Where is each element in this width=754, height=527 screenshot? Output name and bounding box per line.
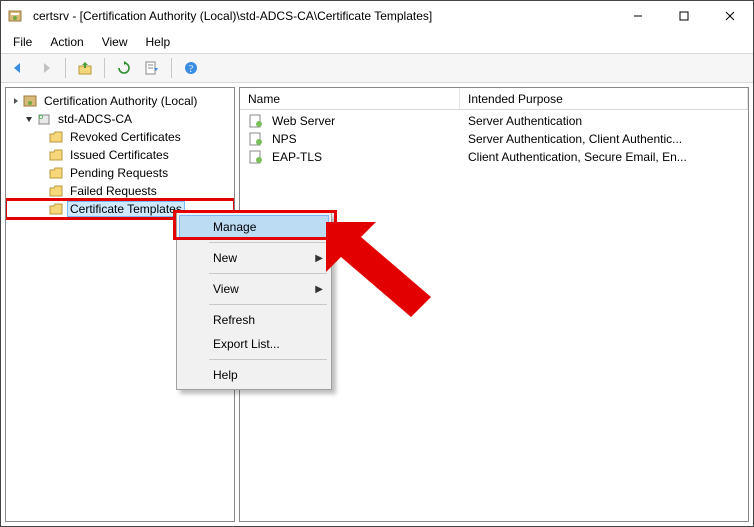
menu-action[interactable]: Action — [42, 33, 91, 51]
tree-node-label: Certificate Templates — [68, 202, 184, 216]
tree-node-label: Issued Certificates — [68, 148, 171, 162]
tree-root-label: Certification Authority (Local) — [42, 94, 199, 108]
back-button[interactable] — [5, 56, 31, 80]
tree-twist-icon[interactable] — [8, 96, 22, 106]
folder-icon — [48, 165, 64, 181]
close-button[interactable] — [707, 1, 753, 31]
context-menu-item-refresh[interactable]: Refresh — [179, 308, 329, 332]
list-row[interactable]: NPS Server Authentication, Client Authen… — [240, 130, 748, 148]
app-icon — [7, 8, 23, 24]
up-folder-button[interactable] — [72, 56, 98, 80]
cert-template-icon — [248, 113, 264, 129]
column-header-name[interactable]: Name — [240, 88, 460, 109]
context-menu-item-manage[interactable]: Manage — [179, 215, 329, 239]
list-header: Name Intended Purpose — [240, 88, 748, 110]
content-area: Certification Authority (Local) std-ADCS… — [1, 83, 753, 526]
toolbar-separator — [171, 58, 172, 78]
menu-file[interactable]: File — [5, 33, 40, 51]
export-list-button[interactable] — [139, 56, 165, 80]
svg-text:?: ? — [189, 64, 194, 75]
folder-icon — [48, 183, 64, 199]
folder-icon — [48, 129, 64, 145]
submenu-arrow-icon: ▶ — [315, 253, 323, 264]
titlebar: certsrv - [Certification Authority (Loca… — [1, 1, 753, 31]
tree-node-pending[interactable]: Pending Requests — [6, 164, 234, 182]
ca-node-icon — [36, 111, 52, 127]
list-cell-purpose: Server Authentication — [460, 114, 748, 128]
context-menu-item-export-list[interactable]: Export List... — [179, 332, 329, 356]
toolbar-separator — [65, 58, 66, 78]
context-menu-label: View — [213, 282, 239, 296]
context-menu-label: Help — [213, 368, 238, 382]
toolbar: ? — [1, 53, 753, 83]
tree-ca-label: std-ADCS-CA — [56, 112, 134, 126]
context-menu-separator — [209, 304, 327, 305]
menu-help[interactable]: Help — [138, 33, 179, 51]
maximize-button[interactable] — [661, 1, 707, 31]
tree-ca[interactable]: std-ADCS-CA — [6, 110, 234, 128]
folder-icon — [48, 147, 64, 163]
cert-template-icon — [248, 149, 264, 165]
context-menu-separator — [209, 273, 327, 274]
cert-template-icon — [248, 131, 264, 147]
toolbar-separator — [104, 58, 105, 78]
ca-root-icon — [22, 93, 38, 109]
tree-node-failed[interactable]: Failed Requests — [6, 182, 234, 200]
context-menu-item-help[interactable]: Help — [179, 363, 329, 387]
list-cell-purpose: Server Authentication, Client Authentic.… — [460, 132, 748, 146]
context-menu-label: Refresh — [213, 313, 255, 327]
tree-node-label: Revoked Certificates — [68, 130, 183, 144]
minimize-button[interactable] — [615, 1, 661, 31]
tree-node-label: Failed Requests — [68, 184, 159, 198]
mmc-window: certsrv - [Certification Authority (Loca… — [0, 0, 754, 527]
tree-node-revoked[interactable]: Revoked Certificates — [6, 128, 234, 146]
forward-button[interactable] — [33, 56, 59, 80]
list-row[interactable]: Web Server Server Authentication — [240, 112, 748, 130]
list-cell-name: Web Server — [272, 114, 335, 128]
tree-twist-icon[interactable] — [22, 114, 36, 124]
tree-node-label: Pending Requests — [68, 166, 170, 180]
context-menu-label: New — [213, 251, 237, 265]
context-menu-label: Export List... — [213, 337, 280, 351]
context-menu-separator — [209, 359, 327, 360]
list-cell-name: EAP-TLS — [272, 150, 322, 164]
menu-view[interactable]: View — [94, 33, 136, 51]
help-button[interactable]: ? — [178, 56, 204, 80]
column-header-purpose[interactable]: Intended Purpose — [460, 88, 748, 109]
context-menu-gutter — [179, 215, 205, 387]
tree-node-issued[interactable]: Issued Certificates — [6, 146, 234, 164]
list-cell-name: NPS — [272, 132, 297, 146]
tree-root[interactable]: Certification Authority (Local) — [6, 92, 234, 110]
context-menu-separator — [209, 242, 327, 243]
list-cell-purpose: Client Authentication, Secure Email, En.… — [460, 150, 748, 164]
submenu-arrow-icon: ▶ — [315, 284, 323, 295]
list-row[interactable]: EAP-TLS Client Authentication, Secure Em… — [240, 148, 748, 166]
folder-icon — [48, 201, 64, 217]
window-title: certsrv - [Certification Authority (Loca… — [33, 9, 432, 23]
context-menu: Manage New ▶ View ▶ Refresh Export List...… — [176, 212, 332, 390]
context-menu-item-new[interactable]: New ▶ — [179, 246, 329, 270]
menubar: File Action View Help — [1, 31, 753, 53]
context-menu-label: Manage — [213, 220, 256, 234]
context-menu-item-view[interactable]: View ▶ — [179, 277, 329, 301]
refresh-button[interactable] — [111, 56, 137, 80]
